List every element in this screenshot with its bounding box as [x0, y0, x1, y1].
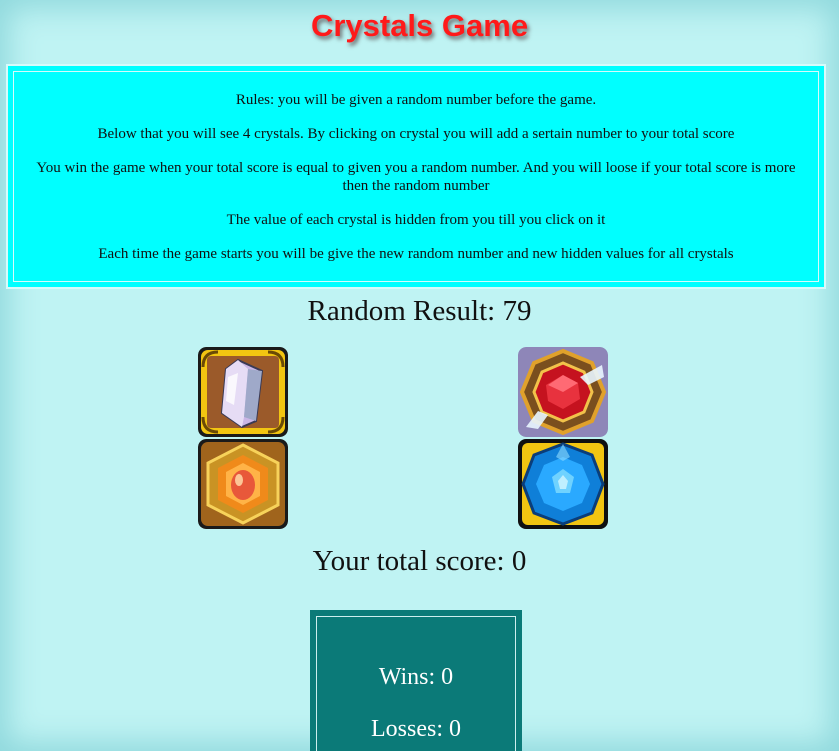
random-result: Random Result: 79 — [307, 295, 532, 327]
crystal-button-4[interactable] — [518, 439, 608, 529]
orange-crystal-icon — [198, 439, 288, 529]
crystal-button-1[interactable] — [198, 347, 288, 437]
page-title: Crystals Game — [310, 8, 529, 43]
white-crystal-icon — [198, 347, 288, 437]
losses-count: Losses: 0 — [371, 716, 461, 742]
wins-count: Wins: 0 — [378, 664, 454, 690]
crystal-button-3[interactable] — [198, 439, 288, 529]
total-score: Your total score: 0 — [312, 545, 527, 577]
rules-line-5: Each time the game starts you will be gi… — [98, 246, 734, 262]
rules-line-4: The value of each crystal is hidden from… — [226, 212, 606, 228]
stats-box: Wins: 0 Losses: 0 — [310, 610, 522, 751]
rules-line-3: You win the game when your total score i… — [36, 160, 796, 194]
red-gem-icon — [518, 347, 608, 437]
blue-gem-icon — [518, 439, 608, 529]
crystal-button-2[interactable] — [518, 347, 608, 437]
rules-line-1: Rules: you will be given a random number… — [235, 92, 597, 108]
rules-line-2: Below that you will see 4 crystals. By c… — [97, 126, 735, 142]
rules-box: Rules: you will be given a random number… — [6, 64, 826, 289]
